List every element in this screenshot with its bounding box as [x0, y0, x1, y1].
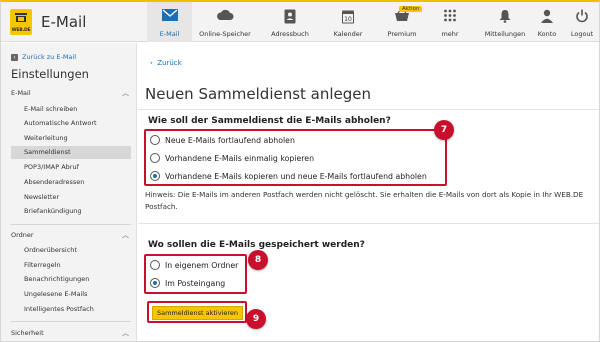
section-label: Sicherheit	[11, 329, 44, 337]
envelope-icon	[161, 9, 178, 21]
nav-email[interactable]: E-Mail	[147, 2, 192, 42]
page-title: Neuen Sammeldienst anlegen	[145, 85, 372, 103]
nav-label: Mitteilungen	[484, 30, 526, 38]
main-content: ‹ Zurück Neuen Sammeldienst anlegen Wie …	[138, 43, 599, 341]
calendar-icon: 10	[342, 10, 354, 24]
back-to-email-link[interactable]: ‹ Zurück zu E-Mail	[11, 53, 76, 61]
sidebar-divider	[11, 321, 131, 322]
sidebar-item-weiterleitung[interactable]: Weiterleitung	[11, 132, 131, 145]
radio-label: Vorhandene E-Mails kopieren und neue E-M…	[165, 171, 427, 181]
radio-button[interactable]	[150, 135, 160, 145]
radio-option-inbox[interactable]: Im Posteingang	[150, 276, 225, 290]
sidebar-title: Einstellungen	[11, 67, 89, 81]
step-marker-8: 8	[248, 250, 268, 270]
radio-label: Vorhandene E-Mails einmalig kopieren	[165, 153, 315, 163]
nav-label: Adressbuch	[271, 30, 309, 38]
radio-label: Neue E-Mails fortlaufend abholen	[165, 135, 295, 145]
sidebar-item-filterregeln[interactable]: Filterregeln	[11, 259, 131, 272]
top-navigation-bar: WEB.DE E-Mail E-Mail Online-Speicher Adr…	[1, 2, 599, 42]
back-label: Zurück	[157, 59, 182, 67]
nav-label: Konto	[537, 30, 557, 38]
sidebar-item-ungelesene-emails[interactable]: Ungelesene E-Mails	[11, 288, 131, 301]
nav-online-speicher[interactable]: Online-Speicher	[194, 2, 256, 42]
nav-konto[interactable]: Konto	[531, 2, 563, 42]
sidebar-section-email[interactable]: E-Mail ︿	[11, 89, 131, 97]
sidebar-item-email-schreiben[interactable]: E-Mail schreiben	[11, 103, 131, 116]
radio-button[interactable]	[150, 260, 160, 270]
logo-text: WEB.DE	[11, 28, 31, 33]
webde-logo[interactable]: WEB.DE	[10, 9, 32, 35]
settings-sidebar: ‹ Zurück zu E-Mail Einstellungen E-Mail …	[1, 43, 137, 341]
chevron-left-icon: ‹	[11, 53, 18, 61]
sidebar-item-ordneruebersicht[interactable]: Ordnerübersicht	[11, 244, 131, 257]
sidebar-item-absenderadressen[interactable]: Absenderadressen	[11, 176, 131, 189]
sidebar-item-sammeldienst[interactable]: Sammeldienst	[11, 146, 131, 159]
radio-label: In eigenem Ordner	[165, 260, 239, 270]
nav-adressbuch[interactable]: Adressbuch	[265, 2, 315, 42]
step-marker-9: 9	[246, 309, 266, 329]
step-marker-7: 7	[434, 120, 454, 140]
user-icon	[541, 9, 553, 23]
divider	[138, 223, 599, 224]
sidebar-item-benachrichtigungen[interactable]: Benachrichtigungen	[11, 273, 131, 286]
nav-label: Premium	[387, 30, 417, 38]
nav-kalender[interactable]: 10 Kalender	[326, 2, 370, 42]
cloud-icon	[217, 9, 234, 20]
nav-label: Kalender	[333, 30, 363, 38]
radio-button-selected[interactable]	[150, 171, 160, 181]
radio-option-new-continuous[interactable]: Neue E-Mails fortlaufend abholen	[150, 133, 295, 147]
divider	[138, 109, 599, 110]
hint-text: Hinweis: Die E-Mails im anderen Postfach…	[145, 190, 584, 211]
chevron-up-icon: ︿	[122, 89, 129, 97]
sidebar-item-newsletter[interactable]: Newsletter	[11, 191, 131, 204]
chevron-left-icon: ‹	[150, 59, 153, 67]
nav-label: E-Mail	[159, 30, 180, 38]
radio-button-selected[interactable]	[150, 278, 160, 288]
logo-glyph-icon	[13, 12, 29, 24]
sidebar-section-ordner[interactable]: Ordner ︿	[11, 231, 131, 239]
radio-button[interactable]	[150, 153, 160, 163]
radio-label: Im Posteingang	[165, 278, 226, 288]
nav-mehr[interactable]: mehr	[435, 2, 465, 42]
sidebar-item-briefankuendigung[interactable]: Briefankündigung	[11, 205, 131, 218]
nav-label: mehr	[441, 30, 459, 38]
radio-option-copy-once[interactable]: Vorhandene E-Mails einmalig kopieren	[150, 151, 314, 165]
radio-option-copy-and-continuous[interactable]: Vorhandene E-Mails kopieren und neue E-M…	[150, 169, 427, 183]
back-to-email-label: Zurück zu E-Mail	[22, 53, 77, 61]
back-link[interactable]: ‹ Zurück	[150, 59, 182, 67]
nav-label: Online-Speicher	[199, 30, 251, 38]
app-window: WEB.DE E-Mail E-Mail Online-Speicher Adr…	[0, 0, 600, 342]
app-title: E-Mail	[41, 13, 87, 31]
nav-label: Logout	[570, 30, 594, 38]
svg-text:10: 10	[344, 16, 352, 23]
chevron-up-icon: ︿	[122, 231, 129, 239]
sidebar-item-pop3-imap[interactable]: POP3/IMAP Abruf	[11, 161, 131, 174]
bell-icon	[499, 10, 511, 23]
sidebar-section-sicherheit[interactable]: Sicherheit ︿	[11, 329, 131, 337]
power-icon	[576, 9, 588, 23]
section-label: Ordner	[11, 231, 34, 239]
addressbook-icon	[284, 9, 296, 24]
activate-collector-button[interactable]: Sammeldienst aktivieren	[152, 306, 244, 320]
sidebar-item-automatische-antwort[interactable]: Automatische Antwort	[11, 117, 131, 130]
nav-logout[interactable]: Logout	[567, 2, 597, 42]
question-fetch-mode: Wie soll der Sammeldienst die E-Mails ab…	[148, 116, 391, 126]
sidebar-item-intelligentes-postfach[interactable]: Intelligentes Postfach	[11, 303, 131, 316]
sidebar-divider	[11, 224, 131, 225]
aktion-badge: Aktion	[399, 6, 423, 12]
question-storage-location: Wo sollen die E-Mails gespeichert werden…	[148, 240, 365, 250]
chevron-up-icon: ︿	[122, 329, 129, 337]
section-label: E-Mail	[11, 89, 31, 97]
radio-option-own-folder[interactable]: In eigenem Ordner	[150, 258, 238, 272]
grid-icon	[444, 9, 456, 22]
nav-mitteilungen[interactable]: Mitteilungen	[483, 2, 527, 42]
